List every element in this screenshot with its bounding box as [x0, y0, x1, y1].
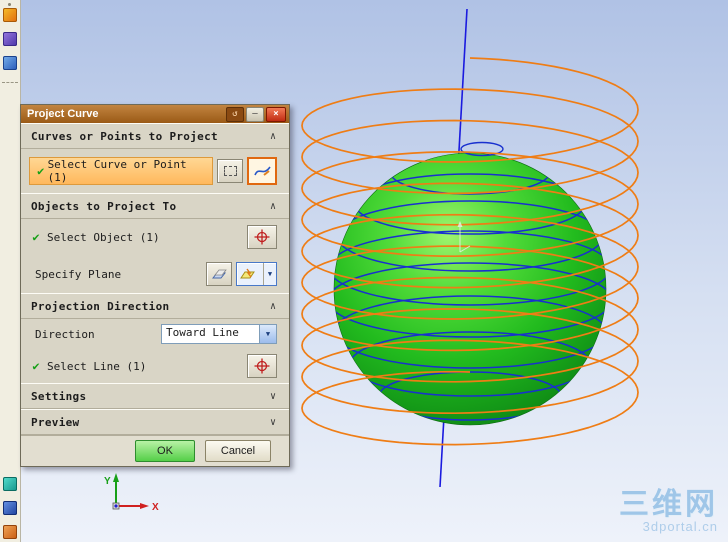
left-toolbar — [0, 0, 21, 542]
section-label: Objects to Project To — [31, 199, 177, 213]
chevron-up-icon[interactable]: ∧ — [265, 198, 281, 214]
cancel-button[interactable]: Cancel — [205, 440, 271, 462]
toolbar-separator — [2, 82, 18, 83]
section-label: Preview — [31, 415, 80, 429]
curve-select-mode-button[interactable] — [247, 157, 277, 185]
chevron-up-icon[interactable]: ∧ — [265, 298, 281, 314]
project-curve-dialog: Project Curve ↺ — × Curves or Points to … — [20, 104, 290, 467]
plane-dialog-button[interactable] — [206, 262, 232, 286]
layer-icon[interactable] — [3, 525, 17, 539]
view-orient-icon[interactable] — [3, 501, 17, 515]
check-icon: ✔ — [37, 164, 45, 178]
curve-icon — [253, 166, 271, 176]
datum-plane-icon[interactable] — [3, 32, 17, 46]
section-projection-direction[interactable]: Projection Direction ∧ — [21, 293, 289, 319]
plane-type-dropdown[interactable]: ▼ — [236, 262, 277, 286]
snap-point-icon[interactable] — [3, 477, 17, 491]
dialog-reset-button[interactable]: ↺ — [226, 106, 244, 122]
sketch-icon[interactable] — [3, 8, 17, 22]
dialog-footer: OK Cancel — [21, 435, 289, 466]
point-dialog-button[interactable] — [217, 159, 243, 183]
section-curves-to-project[interactable]: Curves or Points to Project ∧ — [21, 123, 289, 149]
specify-plane-row: Specify Plane ▼ — [21, 255, 289, 293]
wcs-y-label: Y — [104, 476, 111, 487]
plane-icon — [211, 269, 227, 279]
section-label: Curves or Points to Project — [31, 129, 218, 143]
select-line-row: ✔ Select Line (1) — [21, 349, 289, 383]
crosshair-icon — [254, 229, 270, 245]
select-line-button[interactable] — [247, 354, 277, 378]
dialog-titlebar[interactable]: Project Curve ↺ — × — [21, 105, 289, 123]
chevron-up-icon[interactable]: ∧ — [265, 128, 281, 144]
select-curve-label: Select Curve or Point (1) — [47, 158, 187, 184]
wcs-x-label: X — [152, 502, 159, 513]
section-objects-to-project[interactable]: Objects to Project To ∧ — [21, 193, 289, 219]
chevron-down-icon[interactable]: ∨ — [265, 414, 281, 430]
dialog-minimize-button[interactable]: — — [246, 106, 264, 122]
direction-label: Direction — [35, 327, 95, 341]
point-constructor-icon — [223, 166, 237, 176]
specify-plane-label: Specify Plane — [35, 267, 122, 281]
dialog-title: Project Curve — [27, 108, 99, 120]
check-icon: ✔ — [32, 359, 40, 373]
application-window: Y X 三维网 3dportal.cn Project Curve ↺ — × … — [0, 0, 728, 542]
chevron-down-icon[interactable]: ∨ — [265, 388, 281, 404]
ok-button[interactable]: OK — [135, 440, 195, 462]
check-icon: ✔ — [32, 230, 40, 244]
direction-value: Toward Line — [166, 326, 239, 339]
dialog-close-button[interactable]: × — [266, 106, 286, 122]
select-curve-row: ✔ Select Curve or Point (1) — [21, 149, 289, 193]
inferred-plane-icon — [240, 268, 255, 279]
select-line-label: Select Line (1) — [47, 359, 147, 373]
datum-csys-icon[interactable] — [3, 56, 17, 70]
select-object-row: ✔ Select Object (1) — [21, 219, 289, 255]
crosshair-icon — [254, 358, 270, 374]
section-settings[interactable]: Settings ∨ — [21, 383, 289, 409]
direction-row: Direction Toward Line ▼ — [21, 319, 289, 349]
chevron-down-icon[interactable]: ▼ — [263, 263, 276, 285]
dropdown-arrow-icon[interactable]: ▼ — [259, 325, 276, 343]
select-curve-field[interactable]: ✔ Select Curve or Point (1) — [29, 157, 213, 185]
select-object-label: Select Object (1) — [47, 230, 160, 244]
section-label: Settings — [31, 389, 87, 403]
section-preview[interactable]: Preview ∨ — [21, 409, 289, 435]
toolbar-grip[interactable] — [7, 2, 12, 7]
direction-combobox[interactable]: Toward Line ▼ — [161, 324, 277, 344]
select-object-button[interactable] — [247, 225, 277, 249]
section-label: Projection Direction — [31, 299, 170, 313]
